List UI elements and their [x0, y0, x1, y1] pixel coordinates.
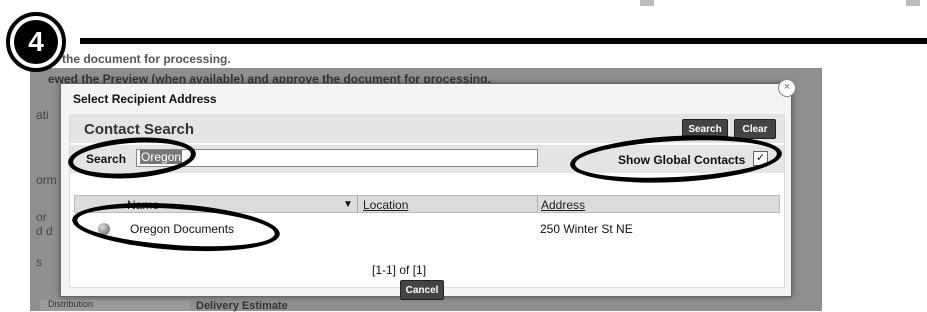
column-separator [537, 196, 538, 212]
dialog-title: Select Recipient Address [73, 92, 217, 106]
close-icon[interactable]: × [778, 79, 796, 97]
delivery-estimate-label: Delivery Estimate [196, 300, 288, 312]
background-fragment: orm [36, 173, 57, 187]
background-fragment: s [36, 255, 42, 269]
column-address[interactable]: Address [541, 198, 585, 212]
result-address: 250 Winter St NE [540, 222, 633, 236]
panel-title: Contact Search [84, 121, 195, 138]
toolbar-fragment [906, 0, 920, 6]
background-fragment: Distribution [48, 299, 94, 309]
toolbar-fragment [640, 0, 654, 6]
sort-down-icon[interactable]: ▼ [343, 199, 353, 210]
search-input[interactable]: Oregon [136, 149, 538, 167]
background-heading: the document for processing. [62, 52, 231, 66]
column-separator [357, 196, 358, 212]
select-recipient-dialog: Select Recipient Address Contact Search … [60, 83, 792, 300]
step-divider [80, 38, 927, 44]
background-fragment: ati [36, 108, 49, 122]
background-fragment: d d [36, 224, 53, 238]
step-badge: 4 [6, 12, 66, 72]
clear-button[interactable]: Clear [734, 119, 776, 139]
column-location[interactable]: Location [363, 198, 408, 212]
background-fragment: or [36, 210, 47, 224]
pager-text: [1-1] of [1] [372, 263, 427, 277]
cancel-button[interactable]: Cancel [400, 280, 444, 300]
step-number: 4 [14, 20, 58, 64]
